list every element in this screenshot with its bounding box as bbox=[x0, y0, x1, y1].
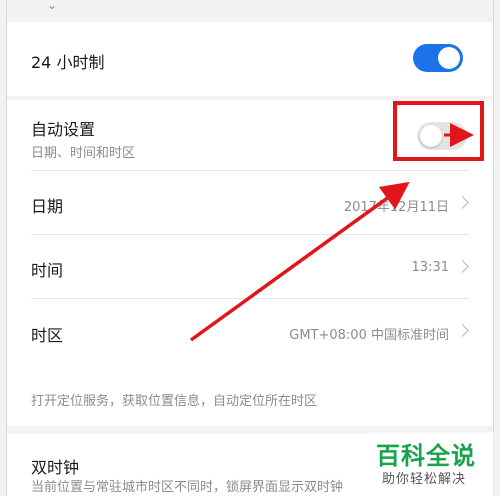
watermark-main-text: 百科全说 bbox=[376, 442, 476, 470]
watermark-logo: 百科全说 助你轻松解决 bbox=[366, 432, 494, 496]
pointer-arrow bbox=[189, 181, 410, 342]
annotation-arrows bbox=[189, 123, 474, 342]
watermark-sub-text: 助你轻松解决 bbox=[382, 472, 467, 487]
